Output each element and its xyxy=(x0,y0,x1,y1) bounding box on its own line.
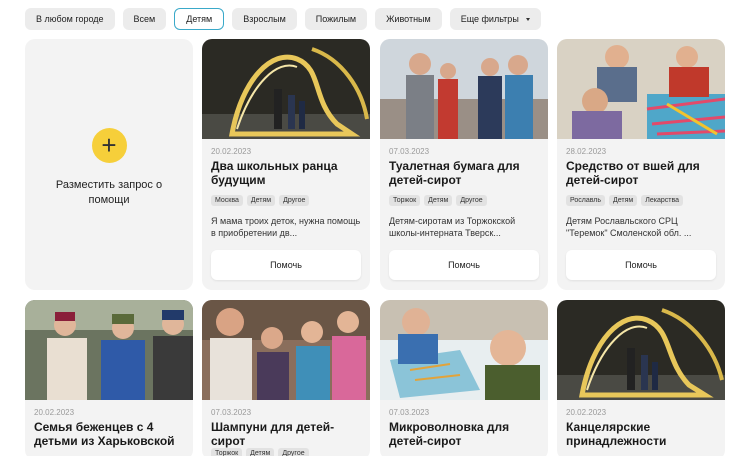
card-date: 07.03.2023 xyxy=(389,147,430,156)
filter-adults[interactable]: Взрослым xyxy=(232,8,297,30)
tag-category: Другое xyxy=(456,195,487,206)
card-date: 20.02.2023 xyxy=(34,408,75,417)
filter-children[interactable]: Детям xyxy=(174,8,225,30)
filter-all[interactable]: Всем xyxy=(122,8,167,30)
tag-city: Торжок xyxy=(389,195,421,206)
help-button[interactable]: Помочь xyxy=(389,250,539,280)
request-card[interactable]: 07.03.2023 Микроволновка для детей-сирот xyxy=(380,300,548,456)
card-photo[interactable] xyxy=(557,300,725,400)
card-title[interactable]: Туалетная бумага для детей-сирот xyxy=(389,159,539,187)
filter-elderly[interactable]: Пожилым xyxy=(304,8,368,30)
filter-bar: В любом городе Всем Детям Взрослым Пожил… xyxy=(25,8,541,30)
card-date: 20.02.2023 xyxy=(566,408,607,417)
card-date: 07.03.2023 xyxy=(211,408,252,417)
card-description: Детям-сиротам из Торжокской школы-интерн… xyxy=(389,216,516,238)
request-card[interactable]: 07.03.2023 Туалетная бумага для детей-си… xyxy=(380,39,548,290)
request-card[interactable]: 20.02.2023 Семья беженцев с 4 детьми из … xyxy=(25,300,193,456)
plus-icon[interactable]: + xyxy=(91,127,127,163)
tag-category: Другое xyxy=(279,195,310,206)
card-date: 07.03.2023 xyxy=(389,408,430,417)
add-request-card[interactable]: + Разместить запрос о помощи xyxy=(25,39,193,290)
card-date: 20.02.2023 xyxy=(211,147,252,156)
card-title[interactable]: Средство от вшей для детей-сирот xyxy=(566,159,716,187)
chevron-down-icon xyxy=(525,17,530,21)
card-photo[interactable] xyxy=(380,300,548,400)
tag-audience: Детям xyxy=(246,195,276,206)
help-button[interactable]: Помочь xyxy=(566,250,716,280)
add-request-label: Разместить запрос о помощи xyxy=(55,178,163,206)
tag-audience: Детям xyxy=(424,195,453,206)
card-photo[interactable] xyxy=(557,39,725,139)
request-card[interactable]: 28.02.2023 Средство от вшей для детей-си… xyxy=(557,39,725,290)
card-tags: Рославль Детям Лекарства xyxy=(566,195,716,206)
tag-audience: Детям xyxy=(246,448,275,456)
filter-city[interactable]: В любом городе xyxy=(25,8,115,30)
card-tags: Торжок Детям Другое xyxy=(389,195,539,206)
tag-city: Торжок xyxy=(211,448,243,456)
card-description: Я мама троих деток, нужна помощь в приоб… xyxy=(211,216,361,238)
tag-category: Другое xyxy=(278,448,309,456)
card-title[interactable]: Два школьных ранца будущим xyxy=(211,159,361,187)
card-title[interactable]: Микроволновка для детей-сирот xyxy=(389,420,539,448)
filter-more[interactable]: Еще фильтры xyxy=(449,8,541,30)
filter-more-label: Еще фильтры xyxy=(460,14,519,24)
request-card[interactable]: 07.03.2023 Шампуни для детей-сирот Торжо… xyxy=(202,300,370,456)
tag-city: Москва xyxy=(211,195,243,206)
card-photo[interactable] xyxy=(202,300,370,400)
tag-city: Рославль xyxy=(566,195,606,206)
card-photo[interactable] xyxy=(25,300,193,400)
help-button[interactable]: Помочь xyxy=(211,250,361,280)
filter-animals[interactable]: Животным xyxy=(375,8,442,30)
request-card[interactable]: 20.02.2023 Канцелярские принадлежности xyxy=(557,300,725,456)
card-photo[interactable] xyxy=(202,39,370,139)
card-date: 28.02.2023 xyxy=(566,147,607,156)
card-description: Детям Рославльского СРЦ "Теремок" Смолен… xyxy=(566,216,692,238)
card-title[interactable]: Шампуни для детей-сирот xyxy=(211,420,361,448)
card-title[interactable]: Семья беженцев с 4 детьми из Харьковской xyxy=(34,420,184,448)
tag-category: Лекарства xyxy=(641,195,683,206)
card-title[interactable]: Канцелярские принадлежности xyxy=(566,420,716,448)
request-card[interactable]: 20.02.2023 Два школьных ранца будущим Мо… xyxy=(202,39,370,290)
card-tags: Торжок Детям Другое xyxy=(211,448,361,456)
tag-audience: Детям xyxy=(609,195,638,206)
card-photo[interactable] xyxy=(380,39,548,139)
card-tags: Москва Детям Другое xyxy=(211,195,361,206)
